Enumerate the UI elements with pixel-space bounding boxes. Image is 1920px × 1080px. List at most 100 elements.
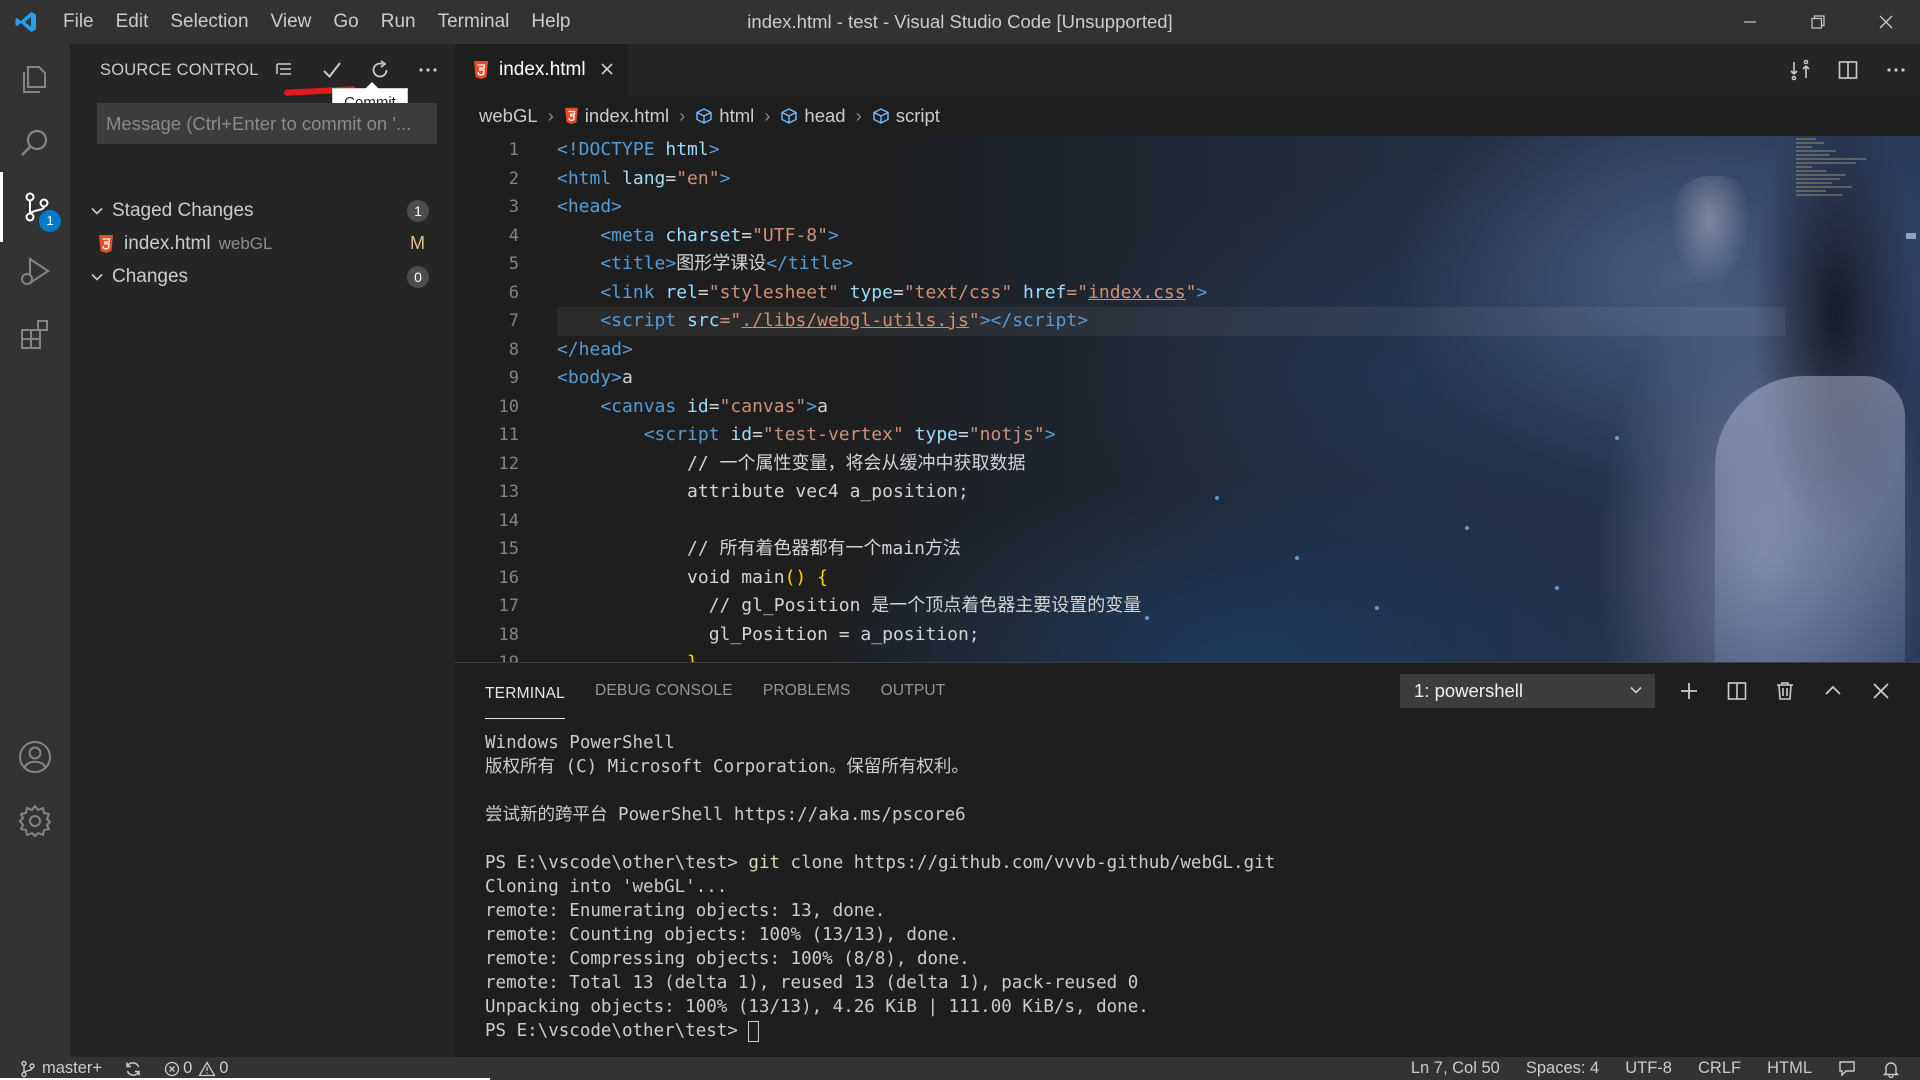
code-line: void main() { (557, 566, 828, 588)
code-line: // 一个属性变量，将会从缓冲中获取数据 (557, 452, 1026, 474)
run-debug-button[interactable] (0, 236, 70, 306)
language-mode[interactable]: HTML (1767, 1059, 1812, 1078)
notifications-button[interactable] (1882, 1060, 1900, 1078)
maximize-panel-button[interactable] (1809, 663, 1857, 719)
editor-scrollbar[interactable] (1906, 233, 1916, 239)
search-button[interactable] (0, 108, 70, 178)
problems-indicator[interactable]: 0 0 (164, 1059, 228, 1078)
run-debug-icon (21, 257, 50, 285)
breadcrumb-item[interactable]: head (804, 105, 845, 127)
tab-label: index.html (499, 59, 586, 80)
menu-terminal[interactable]: Terminal (427, 0, 521, 44)
line-number: 16 (498, 567, 519, 588)
manage-button[interactable] (0, 786, 70, 856)
source-control-button[interactable]: 1 (0, 172, 70, 242)
line-number: 15 (498, 539, 519, 559)
terminal-selector[interactable]: 1: powershell (1400, 674, 1655, 708)
cursor-position[interactable]: Ln 7, Col 50 (1411, 1059, 1500, 1078)
window-controls (1716, 0, 1920, 44)
code-line: // gl_Position 是一个顶点着色器主要设置的变量 (557, 595, 1142, 616)
staged-changes-group[interactable]: Staged Changes 1 (70, 194, 455, 227)
panel-actions (1665, 663, 1905, 719)
account-icon (19, 741, 51, 773)
line-number: 13 (498, 482, 519, 502)
breadcrumb-item[interactable]: webGL (479, 105, 538, 127)
editor-more-actions-button[interactable] (1872, 44, 1920, 96)
branch-indicator[interactable]: master+ (20, 1059, 102, 1078)
restore-button[interactable] (1784, 0, 1852, 44)
staged-file-item[interactable]: index.html webGL M (70, 227, 455, 260)
editor-area: index.html webGL › index.html › html › h… (455, 44, 1920, 662)
menu-selection[interactable]: Selection (159, 0, 259, 44)
chevron-down-icon (1629, 674, 1643, 708)
line-numbers: 1 2 3 4 5 6 7 8 9 10 11 12 13 14 15 16 1… (455, 136, 519, 662)
feedback-button[interactable] (1838, 1060, 1856, 1078)
code-line: <body>a (557, 367, 633, 388)
menu-go[interactable]: Go (322, 0, 369, 44)
restore-icon (1811, 15, 1825, 29)
tab-problems[interactable]: PROBLEMS (763, 663, 851, 719)
tab-terminal[interactable]: TERMINAL (485, 669, 565, 719)
menu-view[interactable]: View (260, 0, 323, 44)
changes-group[interactable]: Changes 0 (70, 260, 455, 293)
line-number: 3 (508, 197, 519, 217)
git-branch-icon (21, 1060, 35, 1077)
minimize-button[interactable] (1716, 0, 1784, 44)
html5-file-icon (98, 234, 114, 254)
code-editor[interactable]: 1 2 3 4 5 6 7 8 9 10 11 12 13 14 15 16 1… (455, 136, 1920, 662)
line-number: 8 (508, 339, 519, 360)
tab-output[interactable]: OUTPUT (881, 663, 946, 719)
breadcrumb-item[interactable]: html (719, 105, 754, 127)
explorer-button[interactable] (0, 44, 70, 114)
breadcrumb-item[interactable]: script (896, 105, 940, 127)
line-endings[interactable]: CRLF (1698, 1059, 1741, 1078)
menu-run[interactable]: Run (370, 0, 427, 44)
terminal-selector-value: 1: powershell (1414, 680, 1524, 701)
more-actions-button[interactable] (404, 44, 452, 96)
indentation[interactable]: Spaces: 4 (1526, 1059, 1599, 1078)
menu-file[interactable]: File (52, 0, 105, 44)
staged-file-dir: webGL (218, 233, 273, 253)
encoding[interactable]: UTF-8 (1625, 1059, 1672, 1078)
tab-debug-console[interactable]: DEBUG CONSOLE (595, 663, 733, 719)
line-number: 12 (498, 453, 519, 474)
line-number: 7 (508, 311, 519, 331)
branch-name: master+ (42, 1059, 103, 1077)
extensions-icon (21, 320, 48, 349)
title-bar: File Edit Selection View Go Run Terminal… (0, 0, 1920, 44)
open-changes-button[interactable] (1776, 44, 1824, 96)
close-icon (1879, 15, 1893, 29)
minimap[interactable] (1796, 136, 1906, 226)
close-window-button[interactable] (1852, 0, 1920, 44)
kill-terminal-button[interactable] (1761, 663, 1809, 719)
new-terminal-button[interactable] (1665, 663, 1713, 719)
menu-edit[interactable]: Edit (105, 0, 160, 44)
warning-icon (198, 1060, 216, 1076)
sync-button[interactable] (124, 1060, 142, 1078)
bottom-panel: TERMINAL DEBUG CONSOLE PROBLEMS OUTPUT 1… (455, 662, 1920, 1057)
code-line-current: <script src="./libs/webgl-utils.js"></sc… (557, 307, 1785, 336)
trash-icon (1777, 682, 1793, 700)
chevron-right-icon: › (547, 105, 554, 126)
commit-message-input[interactable] (97, 103, 437, 144)
tab-index-html[interactable]: index.html (455, 44, 628, 96)
line-number: 14 (498, 510, 519, 531)
breadcrumb-item[interactable]: index.html (585, 105, 669, 127)
terminal-output[interactable]: Windows PowerShell 版权所有 (C) Microsoft Co… (485, 731, 1920, 1043)
accounts-button[interactable] (0, 722, 70, 792)
breadcrumb: webGL › index.html › html › head › scrip… (455, 96, 1920, 136)
chevron-right-icon: › (855, 105, 862, 126)
search-icon (21, 129, 48, 156)
extensions-button[interactable] (0, 300, 70, 370)
close-panel-button[interactable] (1857, 663, 1905, 719)
menu-help[interactable]: Help (520, 0, 581, 44)
split-terminal-button[interactable] (1713, 663, 1761, 719)
modified-status: M (410, 233, 425, 253)
html5-file-icon (564, 107, 579, 125)
code-line: <!DOCTYPE html> (557, 139, 720, 160)
close-tab-button[interactable] (600, 59, 614, 82)
editor-tabs: index.html (455, 44, 1920, 96)
minimize-icon (1744, 21, 1756, 23)
split-editor-button[interactable] (1824, 44, 1872, 96)
